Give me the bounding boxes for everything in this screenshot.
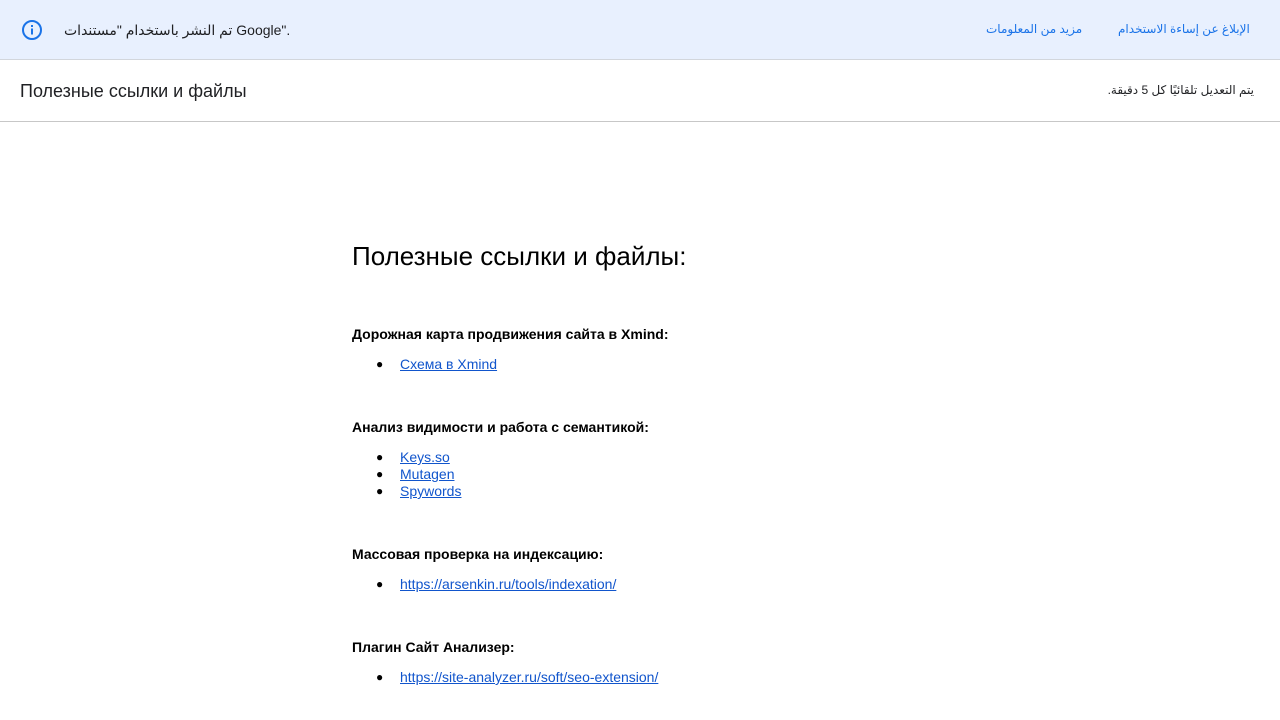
section-site-analyzer: Плагин Сайт Анализер: ● https://site-ana… xyxy=(352,637,992,686)
publish-banner: تم النشر باستخدام "مستندات Google". مزيد… xyxy=(0,0,1280,60)
list-item: ● Схема в Xmind xyxy=(352,356,992,373)
section-semantics: Анализ видимости и работа с семантикой: … xyxy=(352,417,992,500)
link-arsenkin[interactable]: https://arsenkin.ru/tools/indexation/ xyxy=(400,576,616,592)
info-icon xyxy=(22,20,42,40)
link-mutagen[interactable]: Mutagen xyxy=(400,466,454,482)
list-item: ● https://site-analyzer.ru/soft/seo-exte… xyxy=(352,669,992,686)
doc-header: Полезные ссылки и файлы يتم التعديل تلقا… xyxy=(0,60,1280,122)
bullet-icon: ● xyxy=(376,450,384,464)
link-site-analyzer[interactable]: https://site-analyzer.ru/soft/seo-extens… xyxy=(400,669,658,685)
list-item: ● Keys.so xyxy=(352,449,992,466)
link-list: ● Keys.so ● Mutagen ● Spywords xyxy=(352,449,992,500)
list-item: ● Spywords xyxy=(352,483,992,500)
link-spywords[interactable]: Spywords xyxy=(400,483,461,499)
section-title: Анализ видимости и работа с семантикой: xyxy=(352,419,649,435)
banner-text: تم النشر باستخدام "مستندات Google". xyxy=(64,22,291,38)
section-title: Массовая проверка на индексацию: xyxy=(352,546,604,562)
bullet-icon: ● xyxy=(376,467,384,481)
list-item: ● https://arsenkin.ru/tools/indexation/ xyxy=(352,576,992,593)
bullet-icon: ● xyxy=(376,357,384,371)
auto-update-note: يتم التعديل تلقائيًا كل 5 دقيقة. xyxy=(1107,83,1254,97)
page-title: Полезные ссылки и файлы: xyxy=(352,241,687,271)
link-keys-so[interactable]: Keys.so xyxy=(400,449,450,465)
section-title: Плагин Сайт Анализер: xyxy=(352,639,515,655)
bullet-icon: ● xyxy=(376,670,384,684)
link-list: ● https://site-analyzer.ru/soft/seo-exte… xyxy=(352,669,992,686)
bullet-icon: ● xyxy=(376,577,384,591)
link-list: ● Схема в Xmind xyxy=(352,356,992,373)
more-info-link[interactable]: مزيد من المعلومات xyxy=(986,21,1082,37)
doc-title: Полезные ссылки и файлы xyxy=(20,81,247,101)
section-indexation: Массовая проверка на индексацию: ● https… xyxy=(352,544,992,593)
link-xmind-scheme[interactable]: Схема в Xmind xyxy=(400,356,497,372)
section-xmind: Дорожная карта продвижения сайта в Xmind… xyxy=(352,324,992,373)
link-list: ● https://arsenkin.ru/tools/indexation/ xyxy=(352,576,992,593)
report-abuse-link[interactable]: الإبلاغ عن إساءة الاستخدام xyxy=(1118,21,1250,37)
bullet-icon: ● xyxy=(376,484,384,498)
section-title: Дорожная карта продвижения сайта в Xmind… xyxy=(352,326,669,342)
list-item: ● Mutagen xyxy=(352,466,992,483)
